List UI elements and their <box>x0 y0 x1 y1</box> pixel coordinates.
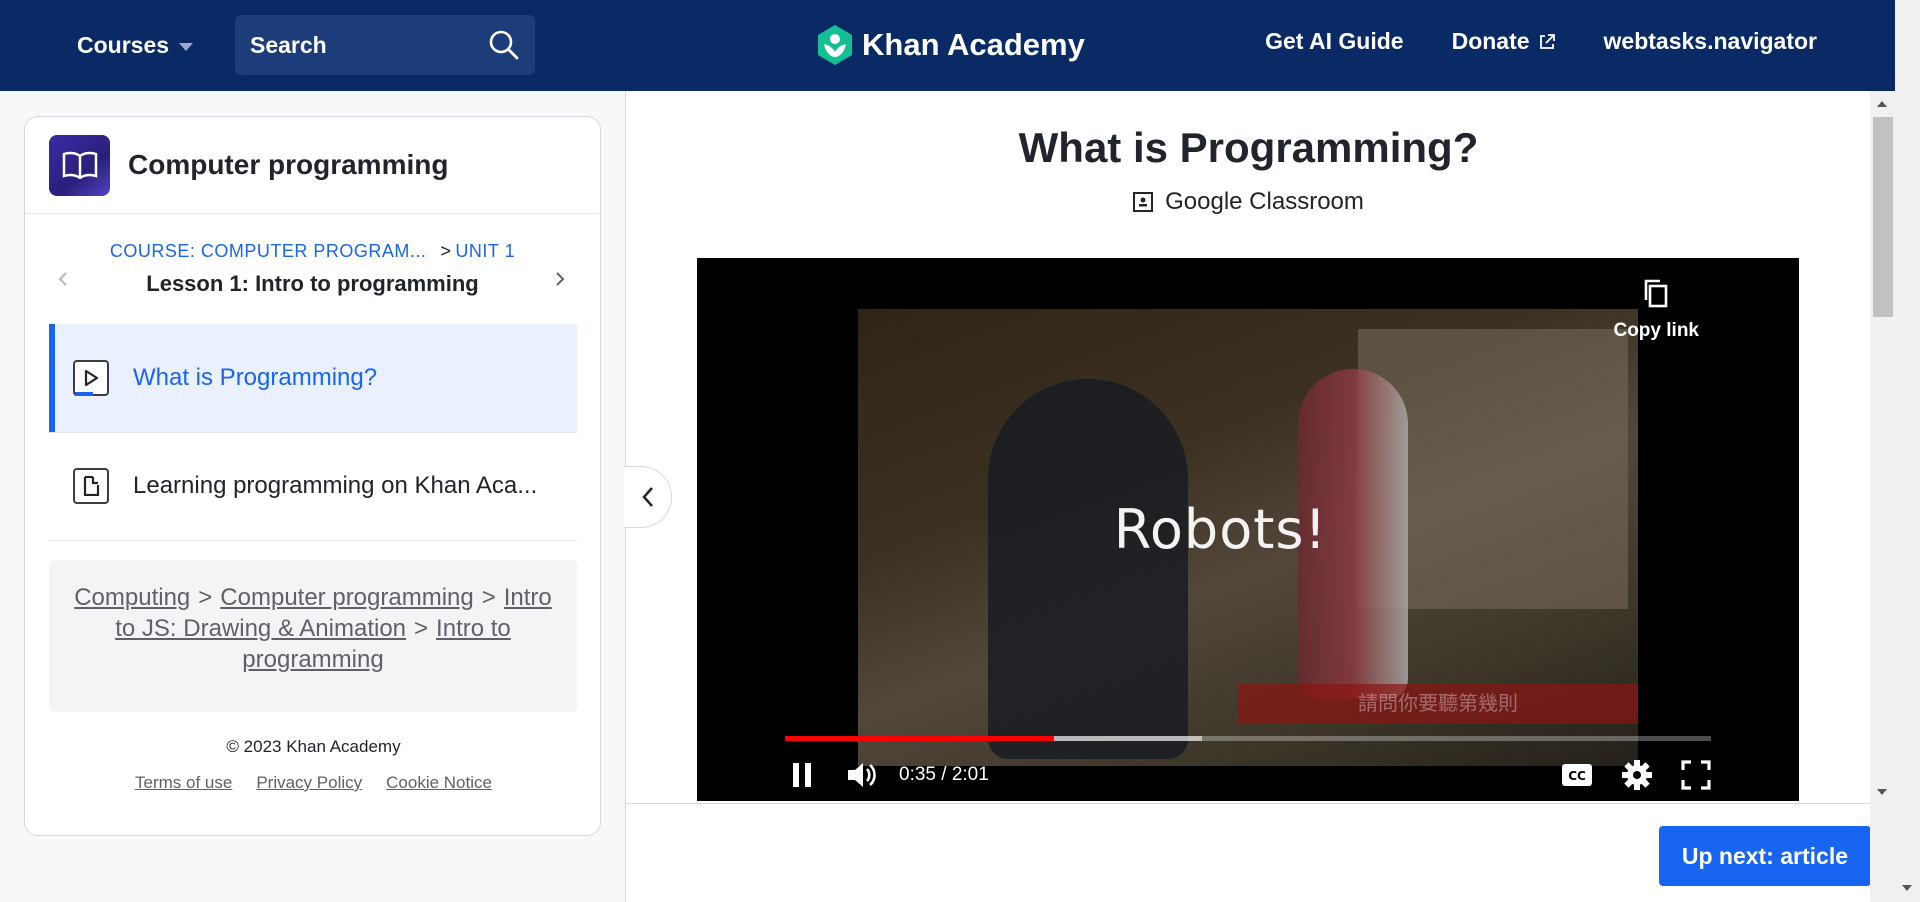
divider <box>49 540 577 541</box>
copyright-text: © 2023 Khan Academy <box>226 737 401 756</box>
scroll-down-arrow-icon[interactable] <box>1902 885 1912 891</box>
lesson-title: Lesson 1: Intro to programming <box>146 271 479 296</box>
search-placeholder: Search <box>250 31 327 58</box>
content-scrollbar[interactable] <box>1870 91 1895 902</box>
breadcrumb-unit-link[interactable]: UNIT 1 <box>455 241 515 262</box>
video-played-bar <box>785 736 1054 741</box>
breadcrumb: COURSE: COMPUTER PROGRAM... > UNIT 1 <box>110 241 515 262</box>
up-next-article-button[interactable]: Up next: article <box>1658 826 1871 886</box>
course-sidebar: Computer programming COURSE: COMPUTER PR… <box>24 116 601 836</box>
closed-captions-button[interactable]: CC <box>1561 762 1593 788</box>
lesson-item-label: Learning programming on Khan Aca... <box>133 472 538 499</box>
breadcrumb-course-link[interactable]: COURSE: COMPUTER PROGRAM... <box>110 241 427 262</box>
khan-academy-logo[interactable]: Khan Academy <box>816 24 1085 66</box>
logo-text: Khan Academy <box>862 27 1085 62</box>
courses-menu-button[interactable]: Courses <box>77 26 194 64</box>
video-progress-bar[interactable] <box>785 736 1711 741</box>
lesson-navigator: COURSE: COMPUTER PROGRAM... > UNIT 1 Les… <box>25 214 600 324</box>
scroll-down-arrow-icon[interactable] <box>1877 789 1887 795</box>
bottom-action-bar: Up next: article <box>626 803 1871 902</box>
closed-captions-icon: CC <box>1562 764 1592 786</box>
khan-academy-logo-icon <box>818 25 852 65</box>
search-input[interactable]: Search <box>235 15 535 75</box>
scroll-up-arrow-icon[interactable] <box>1877 101 1887 107</box>
book-icon <box>49 134 110 196</box>
breadcrumb-separator: > <box>440 241 452 261</box>
video-time-display: 0:35 / 2:01 <box>899 764 989 785</box>
google-classroom-icon <box>1133 192 1154 212</box>
page-title: What is Programming? <box>1018 124 1479 171</box>
lesson-item-video[interactable]: What is Programming? <box>49 324 577 432</box>
page-scrollbar[interactable] <box>1895 0 1920 902</box>
course-header[interactable]: Computer programming <box>25 117 600 214</box>
donate-link[interactable]: Donate <box>1452 28 1556 55</box>
privacy-policy-link[interactable]: Privacy Policy <box>256 773 362 793</box>
donate-label: Donate <box>1451 28 1530 54</box>
sidebar-footer: © 2023 Khan Academy Terms of use Privacy… <box>25 737 602 793</box>
header-nav-links: Get AI Guide Donate webtasks.navigator <box>1265 28 1817 55</box>
fullscreen-button[interactable] <box>1681 760 1711 790</box>
chevron-left-icon[interactable] <box>57 272 71 286</box>
copy-icon <box>1644 279 1668 308</box>
search-icon[interactable] <box>488 29 520 61</box>
chevron-down-icon <box>179 42 194 51</box>
path-separator: > <box>481 584 496 611</box>
video-play-icon <box>73 360 109 396</box>
external-link-icon <box>1539 33 1555 49</box>
video-overlay-text: Robots! <box>1113 498 1328 561</box>
chevron-right-icon[interactable] <box>552 272 566 286</box>
courses-label: Courses <box>77 31 170 58</box>
copy-link-button[interactable]: Copy link <box>1613 278 1699 342</box>
course-title: Computer programming <box>128 149 449 180</box>
svg-text:CC: CC <box>1568 769 1586 783</box>
path-separator: > <box>198 584 213 611</box>
volume-icon <box>848 763 876 787</box>
google-classroom-label: Google Classroom <box>1165 188 1364 215</box>
settings-button[interactable] <box>1621 759 1653 791</box>
copy-link-label: Copy link <box>1613 320 1699 341</box>
path-link-computer-programming[interactable]: Computer programming <box>220 584 473 611</box>
get-ai-guide-link[interactable]: Get AI Guide <box>1265 28 1403 55</box>
scrollbar-thumb[interactable] <box>1873 117 1893 317</box>
collapse-sidebar-button[interactable] <box>624 466 672 528</box>
path-separator: > <box>414 615 429 642</box>
gear-icon <box>1622 760 1652 790</box>
google-classroom-button[interactable]: Google Classroom <box>626 188 1871 216</box>
article-icon <box>73 468 109 504</box>
terms-of-use-link[interactable]: Terms of use <box>135 773 232 793</box>
video-subtitle-banner: 請問你要聽第幾則 <box>1238 684 1638 724</box>
chevron-left-icon <box>641 487 653 507</box>
main-content: What is Programming? Google Classroom 請問… <box>624 91 1871 902</box>
video-controls: 0:35 / 2:01 CC <box>785 753 1711 797</box>
pause-icon <box>793 763 811 787</box>
lesson-item-label: What is Programming? <box>133 364 378 391</box>
top-navigation-bar: Courses Search Khan Academy Get AI Guide… <box>0 0 1895 91</box>
path-link-computing[interactable]: Computing <box>74 584 190 611</box>
course-path-breadcrumb: Computing > Computer programming > Intro to … <box>49 560 577 712</box>
volume-button[interactable] <box>845 758 879 792</box>
lesson-item-article[interactable]: Learning programming on Khan Aca... <box>49 432 577 540</box>
user-account-menu[interactable]: webtasks.navigator <box>1604 28 1817 55</box>
video-player[interactable]: 請問你要聽第幾則 Robots! Copy link 0:35 / 2:01 C… <box>697 258 1799 801</box>
cookie-notice-link[interactable]: Cookie Notice <box>386 773 492 793</box>
pause-button[interactable] <box>785 758 819 792</box>
fullscreen-icon <box>1681 760 1711 790</box>
